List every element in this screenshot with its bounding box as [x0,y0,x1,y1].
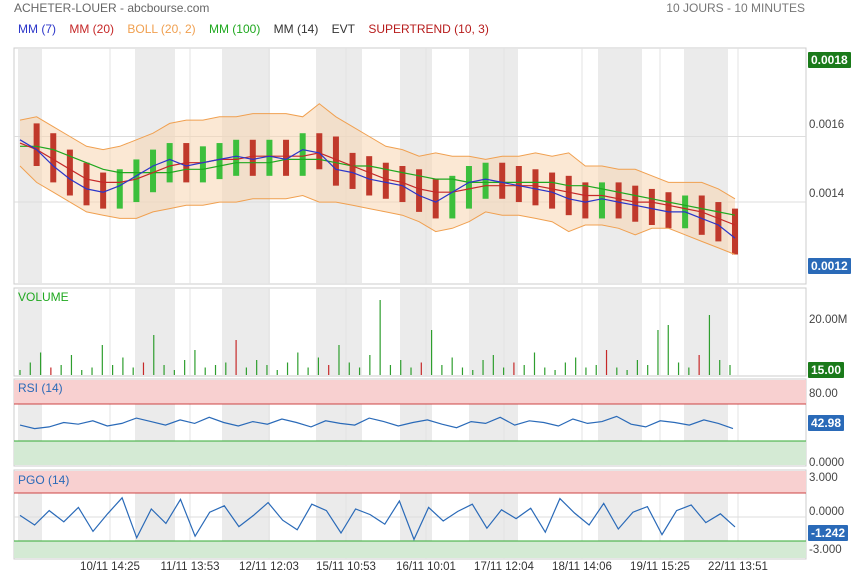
price-bar [316,133,323,170]
pgo-tick-top: 3.000 [809,472,838,484]
price-bar [216,143,223,180]
price-bar [299,133,306,176]
price-high-badge: 0.0018 [808,52,851,68]
stock-chart[interactable] [0,0,855,580]
price-bar [199,146,206,183]
rsi-last-badge: 42.98 [808,415,845,431]
pgo-tick-zero: 0.0000 [809,506,845,518]
day-band [400,289,432,375]
price-tick-1: 0.0016 [809,119,845,131]
price-bar [150,149,157,193]
price-bar [432,179,439,219]
price-bar [582,182,589,219]
price-bar [598,182,605,219]
price-bar [665,192,672,229]
x-label: 10/11 14:25 [80,561,140,573]
x-label: 11/11 13:53 [160,561,220,573]
rsi-tick-bottom: 0.0000 [809,457,845,469]
day-band [684,289,728,375]
price-bar [366,156,373,196]
day-band [135,289,175,375]
rsi-overbought-zone [14,380,806,404]
price-bar [233,139,240,176]
price-bar [449,175,456,219]
volume-tick: 20.00M [809,314,848,326]
rsi-oversold-zone [14,441,806,465]
rsi-tick-top: 80.00 [809,388,838,400]
price-last-badge: 0.0012 [808,258,851,274]
rsi-title: RSI (14) [18,381,63,395]
day-band [222,289,270,375]
price-bar [715,202,722,242]
price-bar [332,136,339,186]
price-bar [465,166,472,209]
day-band [598,49,642,283]
price-bar [83,162,90,206]
pgo-tick-bottom: -3.000 [809,544,842,556]
price-bar [499,162,506,199]
x-label: 17/11 12:04 [474,561,534,573]
price-bar [100,172,107,209]
x-label: 18/11 14:06 [552,561,612,573]
price-bar [382,162,389,199]
price-bar [515,166,522,203]
day-band [598,289,642,375]
price-bar [565,175,572,216]
price-bar [33,123,40,166]
volume-title: VOLUME [18,290,69,304]
price-bar [266,139,273,176]
price-bar [549,172,556,209]
price-tick-2: 0.0014 [809,188,845,200]
price-bar [732,208,738,255]
price-bar [349,152,356,189]
price-bar [482,162,489,199]
x-label: 12/11 12:03 [239,561,299,573]
pgo-last-badge: -1.242 [808,525,849,541]
price-bar [399,166,406,203]
price-bar [698,195,705,235]
price-bar [133,159,140,203]
price-bar [116,169,123,209]
x-label: 19/11 15:25 [630,561,690,573]
x-label: 16/11 10:01 [396,561,456,573]
x-label: 22/11 13:51 [708,561,768,573]
x-label: 15/11 10:53 [316,561,376,573]
pgo-title: PGO (14) [18,473,70,487]
pgo-oversold-zone [14,541,806,558]
volume-last-badge: 15.00 [808,362,845,378]
price-bar [532,169,539,206]
price-bar [166,143,173,183]
pgo-overbought-zone [14,471,806,493]
price-bar [615,182,622,219]
price-bar [632,185,639,222]
price-bar [648,188,655,225]
price-bar [249,139,256,176]
